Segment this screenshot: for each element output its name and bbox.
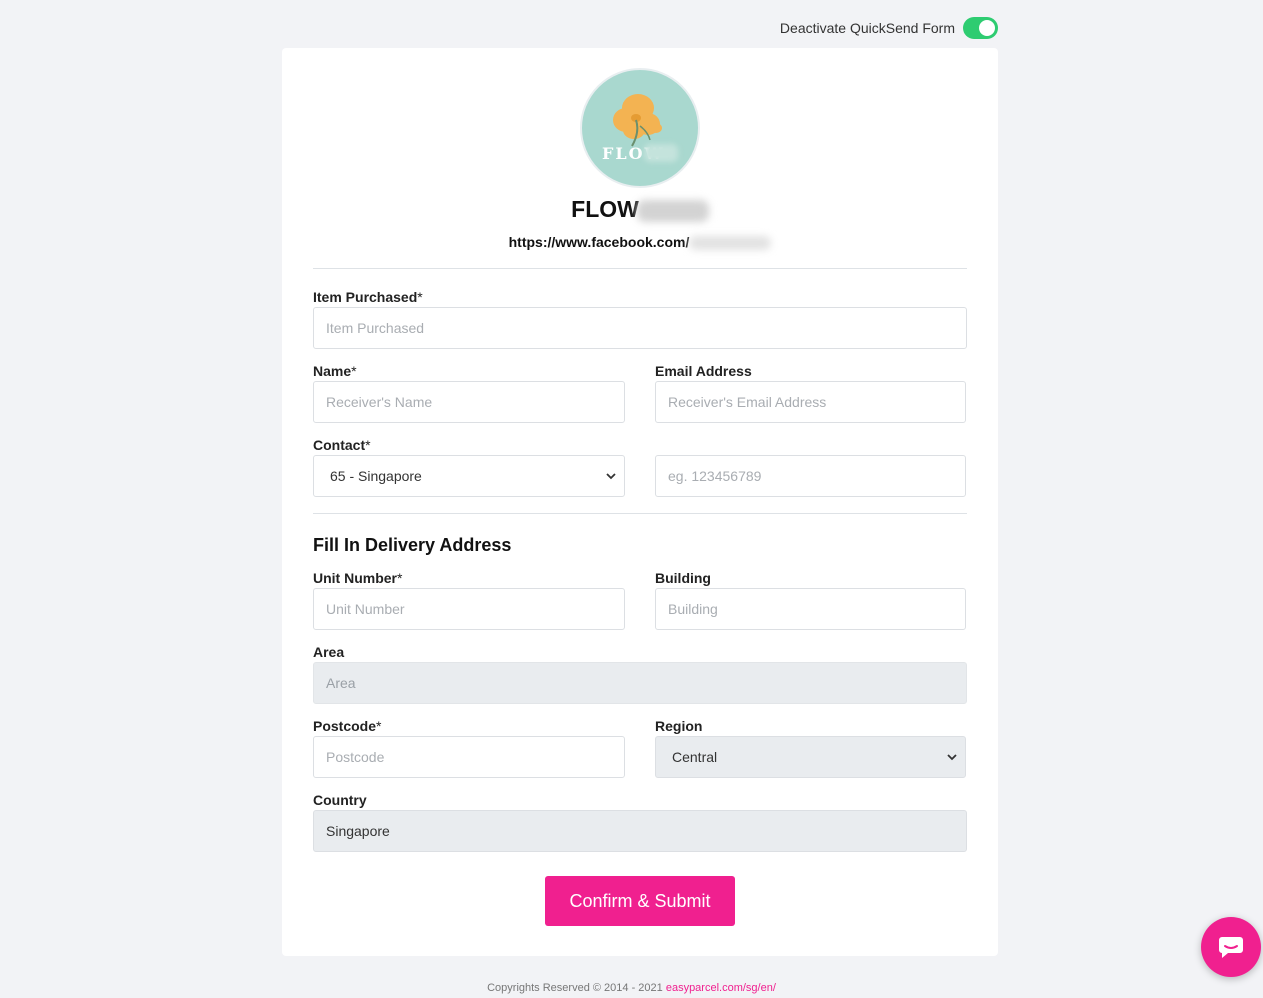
name-label: Name* [313,363,357,379]
unit-number-label-text: Unit Number [313,570,397,586]
postcode-label: Postcode* [313,718,381,734]
shop-name-text: FLOW [571,196,639,222]
chevron-down-icon [606,473,616,480]
country-value: Singapore [326,823,390,839]
country-label: Country [313,792,367,808]
required-mark: * [351,363,357,379]
quicksend-form-card: FLOW FLOW https://www.facebook.com/ Item… [282,48,998,956]
chat-bubble-icon [1219,937,1243,958]
receiver-name-input[interactable] [313,381,625,423]
item-purchased-label: Item Purchased* [313,289,423,305]
postcode-label-text: Postcode [313,718,377,734]
region-label: Region [655,718,703,734]
email-label: Email Address [655,363,752,379]
deactivate-quicksend-toggle[interactable] [963,17,998,39]
confirm-submit-button[interactable]: Confirm & Submit [545,876,735,926]
item-purchased-label-text: Item Purchased [313,289,418,305]
contact-number-input[interactable] [655,455,966,497]
building-label: Building [655,570,711,586]
chat-button[interactable] [1201,917,1261,977]
building-input[interactable] [655,588,966,630]
receiver-email-input[interactable] [655,381,966,423]
required-mark: * [417,289,423,305]
contact-label-text: Contact [313,437,366,453]
easyparcel-link[interactable]: easyparcel.com/sg/en/ [666,982,776,994]
chevron-down-icon [947,754,957,761]
region-select[interactable]: Central [655,736,966,778]
region-value: Central [672,749,718,765]
unit-number-input[interactable] [313,588,625,630]
shop-name-redacted [636,199,709,222]
footer: Copyrights Reserved © 2014 - 2021 easypa… [0,982,1263,994]
logo-redacted [644,144,678,162]
required-mark: * [376,718,382,734]
flower-icon [613,94,662,147]
shop-link-text[interactable]: https://www.facebook.com/ [509,234,690,250]
country-code-value: 65 - Singapore [330,468,422,484]
shop-link[interactable]: https://www.facebook.com/ [282,234,998,251]
copyright-text: Copyrights Reserved © 2014 - 2021 [487,982,663,994]
section-divider [313,513,967,514]
deactivate-toggle-label: Deactivate QuickSend Form [779,20,955,36]
area-label: Area [313,644,345,660]
country-code-select[interactable]: 65 - Singapore [313,455,625,497]
area-input [313,662,967,704]
unit-number-label: Unit Number* [313,570,402,586]
country-field: Singapore [313,810,967,852]
required-mark: * [397,570,403,586]
postcode-input[interactable] [313,736,625,778]
item-purchased-input[interactable] [313,307,967,349]
delivery-address-heading: Fill In Delivery Address [313,535,512,555]
toggle-knob [979,20,995,36]
shop-name: FLOW [282,196,998,223]
quicksend-topbar: Deactivate QuickSend Form [282,16,998,40]
name-label-text: Name [313,363,352,379]
required-mark: * [365,437,371,453]
contact-label: Contact* [313,437,371,453]
shop-link-redacted [689,236,772,251]
header-divider [313,268,967,269]
shop-logo: FLOW [580,68,700,188]
